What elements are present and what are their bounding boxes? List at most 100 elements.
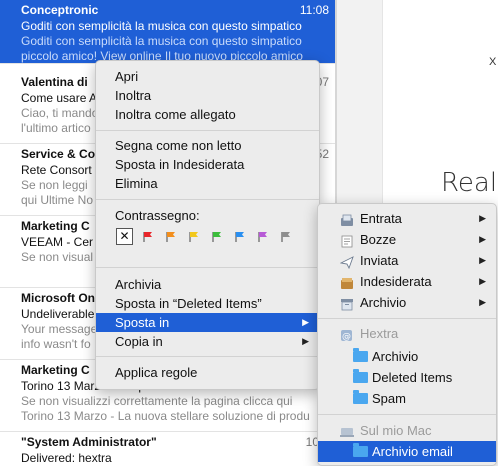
message-preview: l'ultimo artico — [21, 121, 91, 135]
message-preview: Ciao, ti mando — [21, 106, 99, 120]
context-menu: Apri Inoltra Inoltra come allegato Segna… — [95, 60, 320, 390]
menu-item-open[interactable]: Apri — [96, 67, 319, 86]
menu-item-copy-to[interactable]: Copia in ▶ — [96, 332, 319, 351]
message-subject: Delivered: hextra — [21, 451, 112, 465]
account-header-hextra: @ Hextra — [318, 323, 496, 344]
message-sender: Microsoft On — [21, 291, 95, 305]
submenu-item-drafts[interactable]: Bozze ▶ — [318, 229, 496, 250]
chevron-right-icon: ▶ — [479, 213, 486, 223]
computer-icon — [340, 424, 354, 437]
message-row[interactable]: Conceptronic 11:08 Goditi con semplicità… — [0, 0, 335, 64]
folder-icon — [353, 443, 368, 457]
menu-separator — [318, 414, 496, 415]
flag-icon[interactable] — [280, 231, 292, 243]
chevron-right-icon: ▶ — [479, 234, 486, 244]
submenu-item-deleted-items[interactable]: Deleted Items — [318, 367, 496, 388]
menu-item-mark-unread[interactable]: Segna come non letto — [96, 136, 319, 155]
drafts-icon — [340, 233, 354, 248]
folder-icon — [353, 369, 368, 383]
submenu-item-archivio-email[interactable]: Archivio email — [318, 441, 496, 462]
submenu-item-label: Inviata — [360, 253, 399, 268]
menu-item-apply-rules[interactable]: Applica regole — [96, 363, 319, 382]
submenu-item-label: Deleted Items — [372, 370, 453, 385]
menu-separator — [96, 267, 319, 268]
message-subject: Rete Consort — [21, 163, 92, 177]
account-header-label: Sul mio Mac — [360, 423, 432, 438]
message-preview: Se non visual — [21, 250, 94, 264]
submenu-item-label: Archivio — [372, 349, 419, 364]
menu-separator — [96, 199, 319, 200]
message-sender: Marketing C — [21, 363, 90, 377]
submenu-item-label: Spam — [372, 391, 406, 406]
submenu-item-label: Bozze — [360, 232, 397, 247]
menu-item-delete[interactable]: Elimina — [96, 174, 319, 193]
flag-icon[interactable] — [142, 231, 154, 243]
submenu-item-archive[interactable]: Archivio ▶ — [318, 292, 496, 313]
account-header-local: Sul mio Mac — [318, 420, 496, 441]
close-icon[interactable]: X — [489, 56, 496, 68]
folder-icon — [353, 348, 368, 362]
submenu-item-sent[interactable]: Inviata ▶ — [318, 250, 496, 271]
svg-text:@: @ — [342, 332, 351, 342]
message-preview: Torino 13 Marzo - La nuova stellare solu… — [21, 409, 310, 423]
flag-picker: ✕ — [116, 228, 316, 246]
submenu-item-hextra-archive[interactable]: Archivio — [318, 346, 496, 367]
message-sender: Service & Co — [21, 147, 96, 161]
flag-icon[interactable] — [234, 231, 246, 243]
menu-item-move-to-junk[interactable]: Sposta in Indesiderata — [96, 155, 319, 174]
submenu-item-inbox[interactable]: Entrata ▶ — [318, 208, 496, 229]
junk-icon — [340, 275, 354, 289]
move-to-submenu: Entrata ▶ Bozze ▶ Inviata ▶ Indesiderata… — [317, 203, 497, 466]
message-row[interactable]: "System Administrator" 10:0 Delivered: h… — [0, 432, 335, 466]
menu-separator — [96, 130, 319, 131]
message-sender: Conceptronic — [21, 3, 99, 17]
flag-icon[interactable] — [211, 231, 223, 243]
message-subject: Undeliverable — [21, 307, 95, 321]
sent-icon — [339, 254, 354, 270]
submenu-item-junk[interactable]: Indesiderata ▶ — [318, 271, 496, 292]
menu-item-move-to[interactable]: Sposta in ▶ — [96, 313, 319, 332]
submenu-item-label: Archivio — [360, 295, 407, 310]
submenu-item-label: Indesiderata — [360, 274, 432, 289]
message-preview: Se non leggi — [21, 178, 88, 192]
menu-item-label: Sposta in — [115, 315, 170, 330]
flag-icon[interactable] — [188, 231, 200, 243]
message-preview: Your message — [21, 322, 98, 336]
menu-item-flag-label: Contrassegno: — [115, 208, 200, 223]
menu-separator — [318, 318, 496, 319]
submenu-item-label: Entrata — [360, 211, 402, 226]
menu-separator — [96, 356, 319, 357]
flag-icon[interactable] — [257, 231, 269, 243]
folder-icon — [353, 390, 368, 404]
chevron-right-icon: ▶ — [479, 276, 486, 286]
chevron-right-icon: ▶ — [479, 255, 486, 265]
message-subject: VEEAM - Cer — [21, 235, 94, 249]
archive-box-icon — [340, 296, 354, 311]
inbox-tray-icon — [340, 212, 354, 226]
message-sender: "System Administrator" — [21, 435, 157, 449]
chevron-right-icon: ▶ — [302, 317, 309, 327]
menu-item-forward-as-attachment[interactable]: Inoltra come allegato — [96, 105, 319, 124]
at-sign-icon: @ — [340, 327, 354, 342]
menu-item-move-to-deleted[interactable]: Sposta in “Deleted Items” — [96, 294, 319, 313]
message-subject: Come usare A — [21, 91, 98, 105]
menu-item-archive[interactable]: Archivia — [96, 275, 319, 294]
account-header-label: Hextra — [360, 326, 399, 341]
message-time: 11:08 — [299, 3, 329, 17]
message-preview: Se non visualizzi correttamente la pagin… — [21, 394, 293, 408]
flag-icon[interactable] — [165, 231, 177, 243]
message-sender: Marketing C — [21, 219, 90, 233]
clear-flag-button[interactable]: ✕ — [116, 228, 133, 245]
submenu-item-spam[interactable]: Spam — [318, 388, 496, 409]
message-preview: qui Ultime No — [21, 193, 94, 207]
message-preview: info wasn't fo — [21, 337, 91, 351]
chevron-right-icon: ▶ — [302, 336, 309, 346]
message-preview: Goditi con semplicità la musica con ques… — [21, 34, 302, 48]
chevron-right-icon: ▶ — [479, 297, 486, 307]
preview-heading: Reali — [441, 168, 498, 198]
menu-item-label: Copia in — [115, 334, 163, 349]
menu-item-forward[interactable]: Inoltra — [96, 86, 319, 105]
message-subject: Goditi con semplicità la musica con ques… — [21, 19, 302, 33]
submenu-item-label: Archivio email — [372, 444, 453, 459]
message-sender: Valentina di — [21, 75, 88, 89]
